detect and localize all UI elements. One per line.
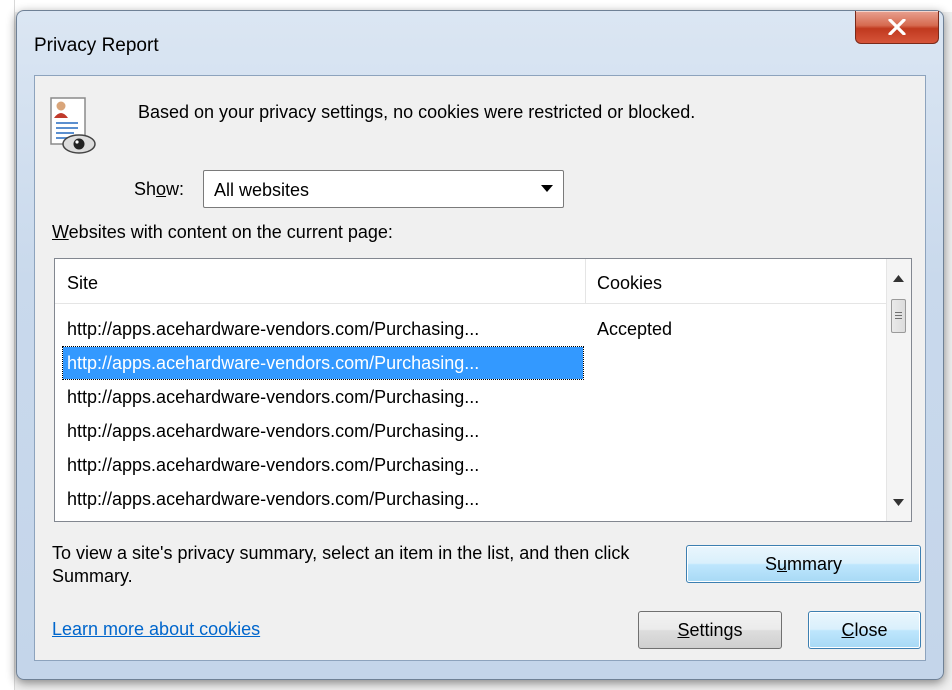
- column-header-cookies[interactable]: Cookies: [597, 273, 662, 294]
- title-bar[interactable]: Privacy Report: [17, 11, 943, 81]
- websites-list[interactable]: Site Cookies http://apps.acehardware-ven…: [54, 258, 912, 522]
- site-cell: http://apps.acehardware-vendors.com/Purc…: [67, 353, 480, 373]
- cookies-cell: Accepted: [597, 319, 673, 339]
- close-icon: [888, 19, 906, 35]
- column-header-site[interactable]: Site: [67, 273, 98, 294]
- show-filter-dropdown[interactable]: All websites: [203, 170, 564, 208]
- privacy-report-icon: [50, 97, 96, 154]
- settings-button[interactable]: Settings: [638, 611, 782, 649]
- learn-more-cookies-link[interactable]: Learn more about cookies: [52, 619, 260, 640]
- vertical-scrollbar[interactable]: [886, 259, 911, 521]
- list-row[interactable]: http://apps.acehardware-vendors.com/Purc…: [63, 415, 583, 447]
- dropdown-arrow-icon: [541, 185, 553, 192]
- show-label: Show:: [134, 179, 185, 199]
- summary-button[interactable]: Summary: [686, 545, 921, 583]
- site-cell: http://apps.acehardware-vendors.com/Purc…: [67, 387, 480, 407]
- site-cell: http://apps.acehardware-vendors.com/Purc…: [67, 455, 480, 475]
- close-button[interactable]: Close: [808, 611, 921, 649]
- site-cell: http://apps.acehardware-vendors.com/Purc…: [67, 489, 480, 509]
- websites-list-label: Websites with content on the current pag…: [52, 222, 393, 242]
- site-cell: http://apps.acehardware-vendors.com/Purc…: [67, 319, 480, 339]
- column-divider[interactable]: [585, 259, 586, 303]
- thumb-grip-line: [895, 312, 902, 313]
- list-row[interactable]: http://apps.acehardware-vendors.com/Purc…: [63, 381, 583, 413]
- privacy-report-dialog: Privacy Report Based on your privacy set…: [16, 10, 944, 680]
- scroll-up-arrow-icon[interactable]: [893, 275, 904, 282]
- scrollbar-thumb[interactable]: [891, 299, 906, 333]
- list-row[interactable]: http://apps.acehardware-vendors.com/Purc…: [63, 483, 583, 515]
- dialog-client-area: Based on your privacy settings, no cooki…: [34, 75, 926, 661]
- list-row-selected[interactable]: http://apps.acehardware-vendors.com/Purc…: [62, 346, 584, 380]
- thumb-grip-line: [895, 315, 902, 316]
- site-cell: http://apps.acehardware-vendors.com/Purc…: [67, 421, 480, 441]
- privacy-summary-text: Based on your privacy settings, no cooki…: [138, 102, 696, 122]
- thumb-grip-line: [895, 318, 902, 319]
- window-close-button[interactable]: [855, 11, 939, 44]
- dialog-title: Privacy Report: [34, 35, 159, 56]
- list-header: Site Cookies: [55, 259, 887, 304]
- background-area-left: [0, 0, 15, 690]
- summary-hint-text: To view a site's privacy summary, select…: [52, 543, 630, 586]
- list-row[interactable]: http://apps.acehardware-vendors.com/Purc…: [63, 313, 583, 345]
- show-filter-value: All websites: [214, 180, 310, 200]
- scroll-down-arrow-icon[interactable]: [893, 499, 904, 506]
- list-row[interactable]: http://apps.acehardware-vendors.com/Purc…: [63, 449, 583, 481]
